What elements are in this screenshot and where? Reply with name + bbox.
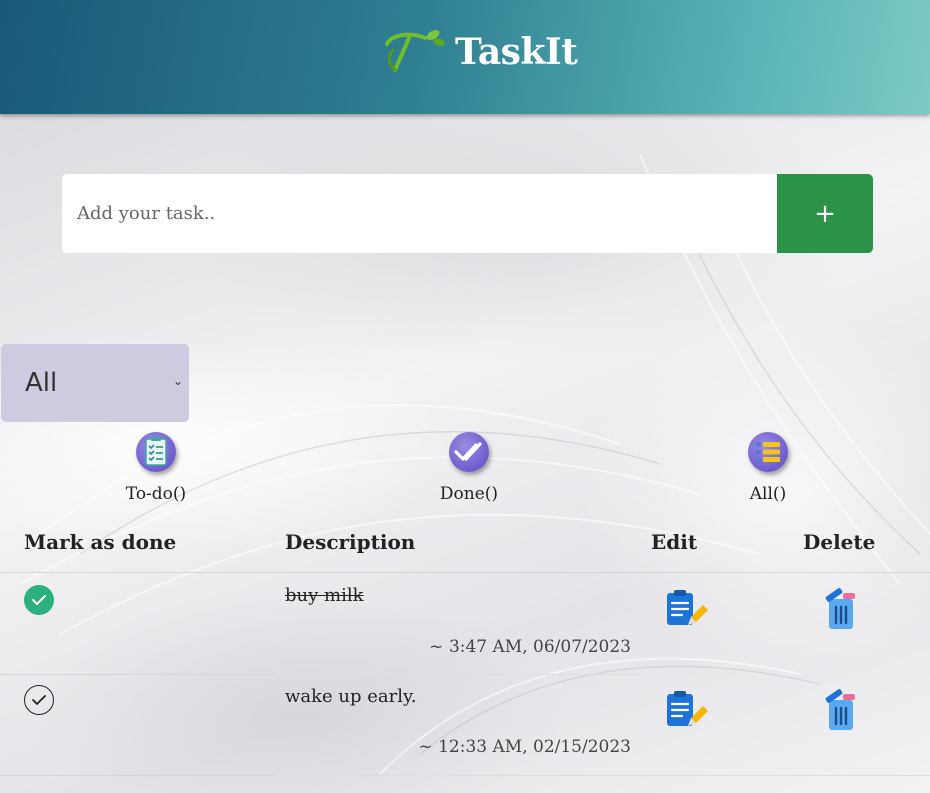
- list-icon: [748, 432, 788, 472]
- task-description: wake up early.: [285, 686, 417, 707]
- row-divider: [275, 674, 640, 675]
- task-description: buy milk: [285, 585, 364, 606]
- mark-done-checkbox-checked[interactable]: [24, 585, 54, 615]
- clipboard-edit-icon: [664, 589, 708, 633]
- delete-button[interactable]: [817, 587, 861, 635]
- trash-icon: [819, 688, 859, 736]
- trash-icon: [819, 587, 859, 635]
- task-input[interactable]: [62, 174, 777, 253]
- header-description: Description: [285, 530, 416, 554]
- checklist-icon: [136, 432, 176, 472]
- add-task-button[interactable]: +: [777, 174, 873, 253]
- edit-button[interactable]: [664, 690, 708, 734]
- clipboard-edit-icon: [664, 690, 708, 734]
- delete-button[interactable]: [817, 688, 861, 736]
- header-delete: Delete: [803, 530, 876, 554]
- header-mark-as-done: Mark as done: [24, 530, 177, 554]
- task-timestamp: ~ 12:33 AM, 02/15/2023: [418, 737, 631, 757]
- category-done[interactable]: Done(): [409, 432, 529, 504]
- brand[interactable]: TaskIt: [383, 26, 578, 78]
- category-todo[interactable]: To-do(): [96, 432, 216, 504]
- row-divider: [0, 674, 275, 675]
- category-todo-label: To-do(): [125, 484, 187, 504]
- edit-button[interactable]: [664, 589, 708, 633]
- chevron-down-icon: ⌄: [172, 374, 183, 388]
- row-divider: [0, 775, 275, 776]
- mark-done-checkbox-unchecked[interactable]: [24, 685, 54, 715]
- leaf-t-logo-icon: [383, 26, 445, 78]
- double-check-icon: [449, 432, 489, 472]
- row-divider: [275, 775, 930, 776]
- category-all[interactable]: All(): [708, 432, 828, 504]
- add-task-bar: +: [62, 174, 873, 253]
- category-done-label: Done(): [439, 484, 499, 504]
- filter-select[interactable]: All ⌄: [1, 344, 189, 422]
- table-divider: [0, 572, 930, 573]
- category-all-label: All(): [749, 484, 787, 504]
- app-header: TaskIt: [0, 0, 930, 114]
- filter-selected-value: All: [25, 368, 58, 398]
- task-timestamp: ~ 3:47 AM, 06/07/2023: [429, 637, 631, 657]
- header-edit: Edit: [651, 530, 698, 554]
- app-title: TaskIt: [455, 31, 578, 73]
